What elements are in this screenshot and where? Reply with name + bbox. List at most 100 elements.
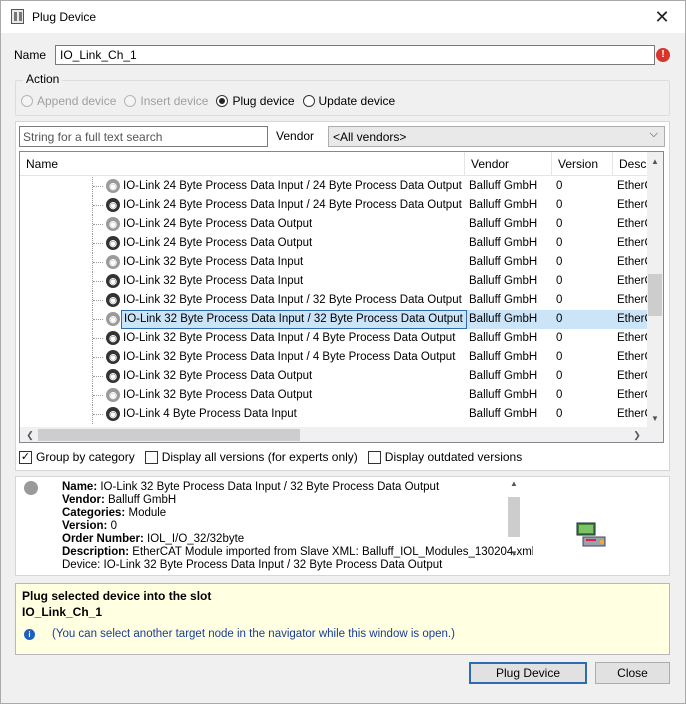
device-list: Name Vendor Version Descr ◉ IO-Link 24 By… bbox=[19, 151, 664, 443]
detail-label: Vendor: bbox=[62, 494, 105, 506]
table-row[interactable]: ◉ IO-Link 32 Byte Process Data Input / 4 … bbox=[20, 348, 653, 367]
vendor-select-value: <All vendors> bbox=[333, 130, 407, 144]
table-row[interactable]: ◉ IO-Link 24 Byte Process Data Input / 24… bbox=[20, 177, 653, 196]
name-input[interactable]: IO_Link_Ch_1 bbox=[55, 45, 655, 65]
io-link-module-icon: ◉ bbox=[106, 331, 120, 345]
scroll-corner bbox=[647, 427, 663, 442]
row-version: 0 bbox=[556, 275, 563, 287]
io-link-module-icon: ◉ bbox=[106, 217, 120, 231]
tree-line bbox=[92, 196, 104, 215]
table-row[interactable]: ◉ IO-Link 24 Byte Process Data Output Ball… bbox=[20, 234, 653, 253]
io-link-module-icon: ◉ bbox=[106, 179, 120, 193]
io-link-module-icon: ◉ bbox=[106, 198, 120, 212]
table-row[interactable]: ◉ IO-Link 32 Byte Process Data Input / 32… bbox=[20, 310, 653, 329]
scroll-up-icon[interactable]: ▲ bbox=[647, 154, 663, 170]
radio-dot bbox=[302, 95, 315, 107]
tree-line bbox=[92, 253, 104, 272]
action-legend: Action bbox=[23, 72, 63, 86]
row-name: IO-Link 24 Byte Process Data Input / 24 … bbox=[123, 199, 462, 211]
window-title: Plug Device bbox=[32, 10, 97, 24]
list-options: ✓ Group by category Display all versions … bbox=[19, 450, 532, 464]
table-row[interactable]: ◉ IO-Link 32 Byte Process Data Input Ballu… bbox=[20, 272, 653, 291]
table-row[interactable]: ◉ IO-Link 4 Byte Process Data Input Balluf… bbox=[20, 405, 653, 424]
group-by-category-checkbox[interactable]: ✓ Group by category bbox=[19, 450, 135, 464]
search-input[interactable]: String for a full text search bbox=[19, 126, 268, 147]
detail-name: IO-Link 32 Byte Process Data Input / 32 … bbox=[100, 481, 440, 493]
scroll-thumb[interactable] bbox=[38, 429, 300, 441]
scroll-right-icon[interactable]: ❯ bbox=[629, 427, 645, 442]
checkbox-box bbox=[367, 450, 381, 464]
append-device-radio[interactable]: Append device bbox=[21, 94, 116, 108]
tree-line bbox=[92, 310, 104, 329]
radio-label: Plug device bbox=[232, 94, 295, 108]
details-scrollbar[interactable]: ▲ ▼ bbox=[506, 479, 522, 569]
device-preview-image bbox=[533, 481, 653, 573]
row-vendor: Balluff GmbH bbox=[469, 275, 538, 287]
table-row[interactable]: ◉ IO-Link 32 Byte Process Data Output Ball… bbox=[20, 367, 653, 386]
row-version: 0 bbox=[556, 332, 563, 344]
row-vendor: Balluff GmbH bbox=[469, 332, 538, 344]
scroll-up-icon[interactable]: ▲ bbox=[506, 479, 522, 493]
io-link-module-icon: ◉ bbox=[106, 407, 120, 421]
row-version: 0 bbox=[556, 370, 563, 382]
vendor-label: Vendor bbox=[276, 129, 315, 143]
row-vendor: Balluff GmbH bbox=[469, 408, 538, 420]
table-row[interactable]: ◉ IO-Link 32 Byte Process Data Output Ball… bbox=[20, 386, 653, 405]
detail-version: 0 bbox=[110, 520, 117, 532]
vendor-select[interactable]: <All vendors> ⌵ bbox=[328, 126, 665, 147]
scroll-thumb[interactable] bbox=[648, 274, 662, 316]
table-row[interactable]: ◉ IO-Link 32 Byte Process Data Input Ballu… bbox=[20, 253, 653, 272]
radio-dot bbox=[124, 95, 137, 107]
tree-line bbox=[92, 386, 104, 405]
row-vendor: Balluff GmbH bbox=[469, 294, 538, 306]
row-name: IO-Link 24 Byte Process Data Input / 24 … bbox=[123, 180, 462, 192]
detail-label: Order Number: bbox=[62, 533, 144, 545]
vertical-scrollbar[interactable]: ▲ ▼ bbox=[647, 152, 663, 427]
radio-dot bbox=[216, 95, 229, 107]
plug-device-radio[interactable]: Plug device bbox=[216, 94, 295, 108]
row-vendor: Balluff GmbH bbox=[469, 313, 538, 325]
row-vendor: Balluff GmbH bbox=[469, 180, 538, 192]
insert-device-radio[interactable]: Insert device bbox=[124, 94, 208, 108]
scroll-left-icon[interactable]: ❮ bbox=[22, 427, 38, 442]
tree-line bbox=[92, 367, 104, 386]
table-row[interactable]: ◉ IO-Link 24 Byte Process Data Output Ball… bbox=[20, 215, 653, 234]
info-icon: i bbox=[24, 629, 35, 640]
row-name: IO-Link 32 Byte Process Data Input bbox=[123, 256, 304, 268]
plug-device-button[interactable]: Plug Device bbox=[469, 662, 587, 684]
detail-categories: Module bbox=[128, 507, 167, 519]
close-button[interactable]: Close bbox=[595, 662, 670, 684]
table-row[interactable]: ◉ IO-Link 24 Byte Process Data Input / 24… bbox=[20, 196, 653, 215]
table-row[interactable]: ◉ IO-Link 32 Byte Process Data Input / 32… bbox=[20, 291, 653, 310]
horizontal-scrollbar[interactable]: ❮ ❯ bbox=[20, 427, 647, 442]
row-vendor: Balluff GmbH bbox=[469, 218, 538, 230]
row-vendor: Balluff GmbH bbox=[469, 256, 538, 268]
row-name: IO-Link 32 Byte Process Data Input / 32 … bbox=[121, 310, 467, 329]
info-note: (You can select another target node in t… bbox=[52, 628, 455, 640]
tree-line bbox=[92, 348, 104, 367]
detail-description: EtherCAT Module imported from Slave XML:… bbox=[132, 546, 535, 558]
tree-line bbox=[92, 215, 104, 234]
row-name: IO-Link 32 Byte Process Data Input / 32 … bbox=[123, 294, 462, 306]
device-icon bbox=[24, 481, 38, 495]
row-version: 0 bbox=[556, 237, 563, 249]
display-outdated-versions-checkbox[interactable]: Display outdated versions bbox=[367, 450, 522, 464]
column-header-description[interactable]: Descr bbox=[613, 152, 650, 176]
column-header-vendor[interactable]: Vendor bbox=[465, 152, 552, 176]
detail-label: Categories: bbox=[62, 507, 126, 519]
column-header-name[interactable]: Name bbox=[20, 152, 465, 176]
io-link-module-icon: ◉ bbox=[106, 255, 120, 269]
scroll-down-icon[interactable]: ▼ bbox=[506, 549, 522, 563]
table-row[interactable]: ◉ IO-Link 32 Byte Process Data Input / 4 … bbox=[20, 329, 653, 348]
scroll-down-icon[interactable]: ▼ bbox=[647, 411, 663, 427]
scroll-thumb[interactable] bbox=[508, 497, 520, 537]
checkbox-box: ✓ bbox=[19, 450, 32, 464]
update-device-radio[interactable]: Update device bbox=[302, 94, 395, 108]
column-header-version[interactable]: Version bbox=[552, 152, 613, 176]
device-details-panel: Name: IO-Link 32 Byte Process Data Input… bbox=[15, 476, 670, 576]
row-name: IO-Link 32 Byte Process Data Input / 4 B… bbox=[123, 332, 456, 344]
display-all-versions-checkbox[interactable]: Display all versions (for experts only) bbox=[144, 450, 358, 464]
close-icon[interactable]: ✕ bbox=[647, 5, 677, 29]
action-options: Append device Insert device Plug device … bbox=[21, 94, 403, 108]
io-link-module-icon: ◉ bbox=[106, 312, 120, 326]
